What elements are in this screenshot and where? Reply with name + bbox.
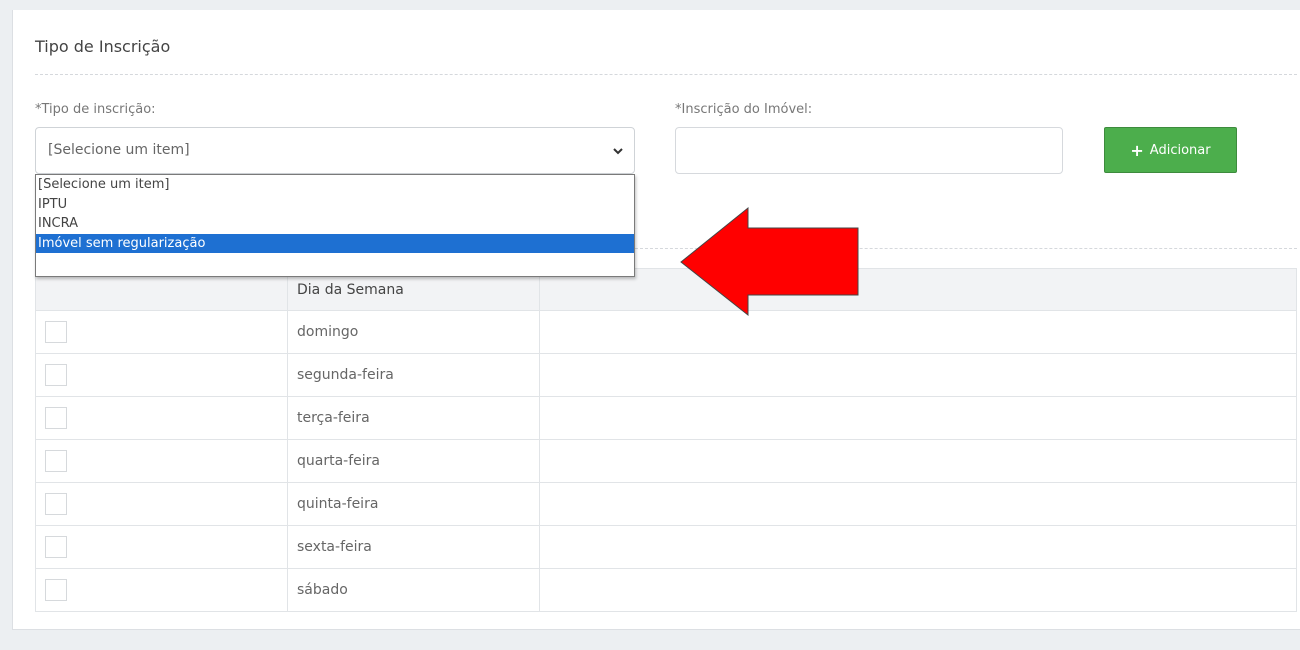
table-row: sábado	[35, 568, 1297, 612]
empty-cell	[539, 353, 1297, 397]
tipo-inscricao-label: *Tipo de inscrição:	[35, 102, 156, 117]
row-checkbox-cell	[35, 353, 288, 397]
row-checkbox[interactable]	[45, 407, 67, 429]
row-checkbox-cell	[35, 310, 288, 354]
row-checkbox[interactable]	[45, 493, 67, 515]
row-checkbox-cell	[35, 396, 288, 440]
section-divider	[35, 74, 1297, 75]
tipo-inscricao-select[interactable]: [Selecione um item]	[35, 127, 635, 174]
empty-cell	[539, 568, 1297, 612]
day-cell: segunda-feira	[287, 353, 540, 397]
day-cell: quinta-feira	[287, 482, 540, 526]
dropdown-option[interactable]: [Selecione um item]	[36, 175, 634, 195]
table-row: domingo	[35, 310, 1297, 354]
dropdown-option[interactable]: IPTU	[36, 195, 634, 215]
inscription-panel: Tipo de Inscrição *Tipo de inscrição: [S…	[12, 10, 1300, 630]
chevron-down-icon	[613, 148, 623, 155]
empty-cell	[539, 310, 1297, 354]
day-cell: sábado	[287, 568, 540, 612]
row-checkbox-cell	[35, 568, 288, 612]
row-checkbox[interactable]	[45, 364, 67, 386]
row-checkbox[interactable]	[45, 450, 67, 472]
inscricao-imovel-input[interactable]	[675, 127, 1063, 174]
row-checkbox-cell	[35, 482, 288, 526]
day-cell: domingo	[287, 310, 540, 354]
section-title: Tipo de Inscrição	[35, 37, 171, 56]
row-checkbox[interactable]	[45, 536, 67, 558]
row-checkbox-cell	[35, 439, 288, 483]
days-table: Dia da Semana domingo segunda-feira terç…	[35, 268, 1297, 612]
plus-icon: +	[1130, 140, 1144, 160]
table-row: quarta-feira	[35, 439, 1297, 483]
dropdown-option-highlighted[interactable]: Imóvel sem regularização	[36, 233, 634, 253]
select-value: [Selecione um item]	[48, 142, 190, 158]
empty-cell	[539, 439, 1297, 483]
table-row: quinta-feira	[35, 482, 1297, 526]
day-cell: quarta-feira	[287, 439, 540, 483]
table-row: terça-feira	[35, 396, 1297, 440]
adicionar-label: Adicionar	[1149, 142, 1211, 158]
empty-cell	[539, 482, 1297, 526]
empty-cell	[539, 525, 1297, 569]
empty-cell	[539, 396, 1297, 440]
tipo-inscricao-dropdown[interactable]: [Selecione um item] IPTU INCRA Imóvel se…	[35, 174, 635, 277]
adicionar-button[interactable]: + Adicionar	[1104, 127, 1237, 173]
row-checkbox[interactable]	[45, 321, 67, 343]
table-row: segunda-feira	[35, 353, 1297, 397]
day-cell: sexta-feira	[287, 525, 540, 569]
dropdown-option[interactable]: INCRA	[36, 214, 634, 234]
inscricao-imovel-label: *Inscrição do Imóvel:	[675, 102, 813, 117]
table-row: sexta-feira	[35, 525, 1297, 569]
row-checkbox-cell	[35, 525, 288, 569]
header-extra	[539, 268, 1297, 311]
row-checkbox[interactable]	[45, 579, 67, 601]
red-arrow-icon	[680, 206, 859, 317]
day-cell: terça-feira	[287, 396, 540, 440]
